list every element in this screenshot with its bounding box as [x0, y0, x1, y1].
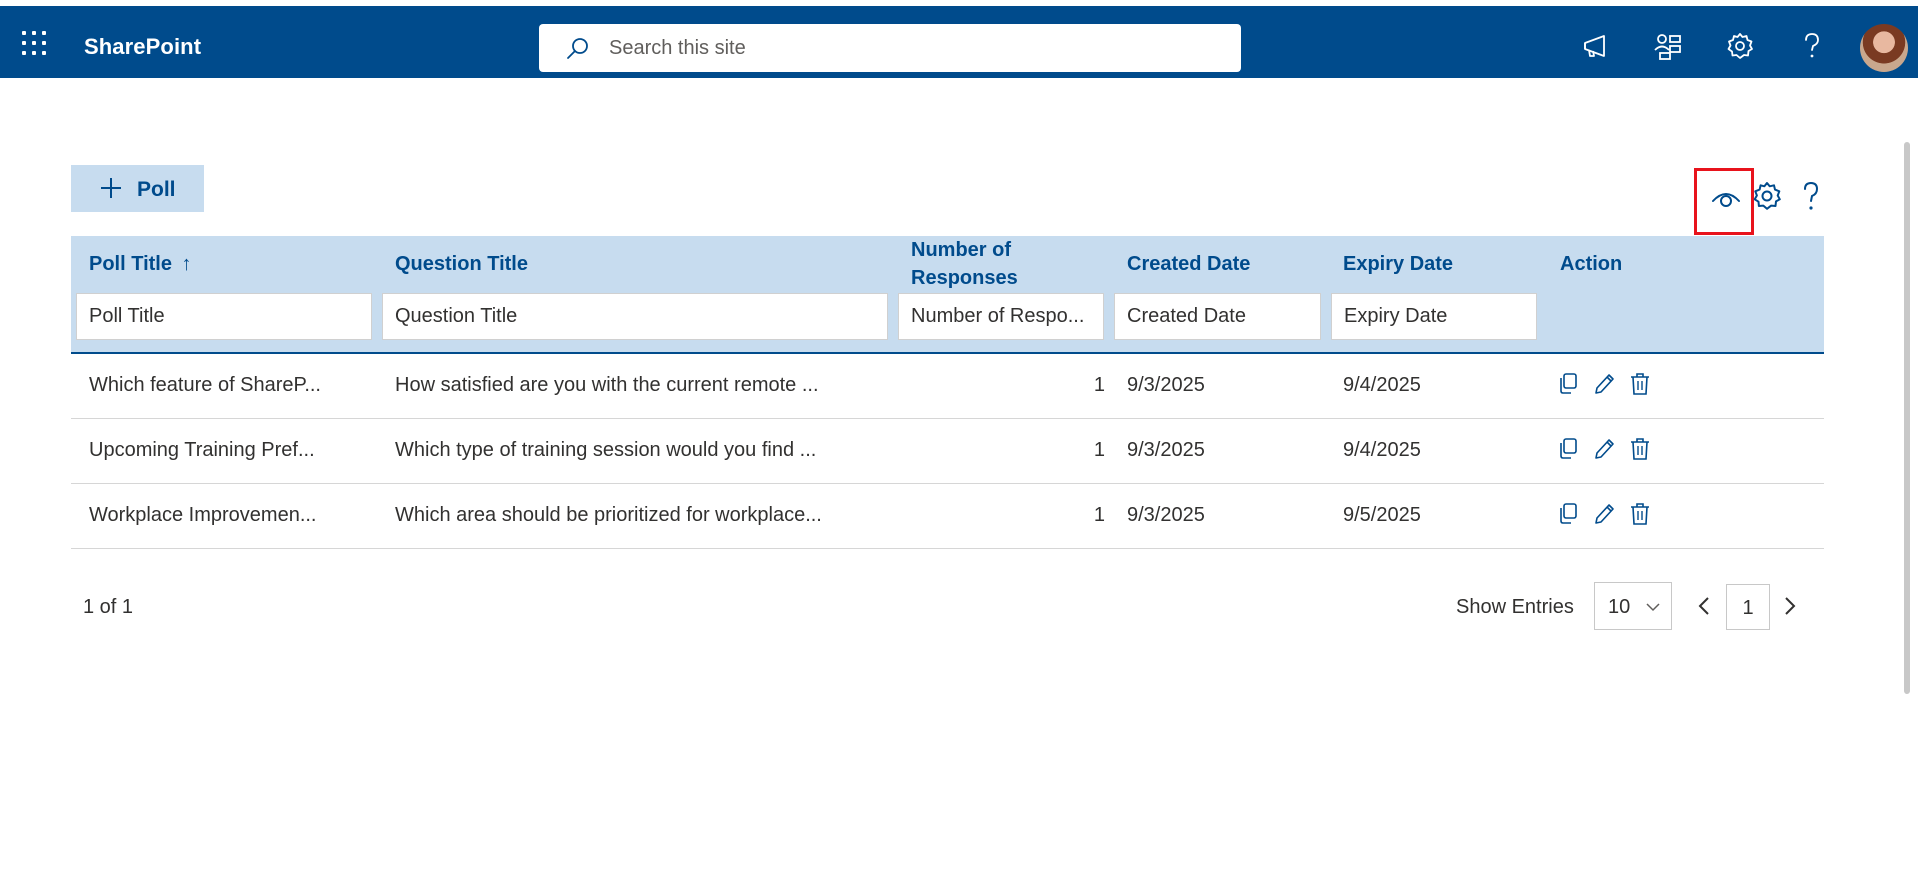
col-header-number-of-responses[interactable]: Number of Responses	[911, 236, 1071, 292]
sort-ascending-icon: ↑	[181, 253, 192, 275]
col-header-label-line1: Number of	[911, 239, 1011, 261]
col-header-label-line2: Responses	[911, 267, 1018, 289]
table-row[interactable]: Upcoming Training Pref... Which type of …	[71, 419, 1824, 484]
org-chart-icon[interactable]	[1652, 30, 1684, 62]
delete-icon[interactable]	[1628, 371, 1652, 397]
cell-created-date: 9/3/2025	[1127, 439, 1205, 461]
gear-icon[interactable]	[1724, 30, 1756, 62]
col-header-label: Poll Title	[89, 253, 172, 275]
search-input[interactable]	[609, 34, 1209, 62]
cell-expiry-date: 9/4/2025	[1343, 374, 1421, 396]
filter-created-date[interactable]	[1114, 293, 1321, 340]
col-header-created-date[interactable]: Created Date	[1127, 250, 1250, 278]
delete-icon[interactable]	[1628, 436, 1652, 462]
cell-poll-title[interactable]: Upcoming Training Pref...	[89, 439, 315, 462]
chevron-down-icon	[1646, 603, 1660, 612]
suite-bar: SharePoint	[0, 6, 1918, 78]
add-poll-button[interactable]: Poll	[71, 165, 204, 212]
gear-icon[interactable]	[1750, 179, 1784, 213]
col-header-expiry-date[interactable]: Expiry Date	[1343, 250, 1453, 278]
app-launcher-icon[interactable]	[22, 31, 48, 57]
copy-icon[interactable]	[1556, 436, 1580, 462]
current-page-number: 1	[1742, 597, 1754, 619]
avatar[interactable]	[1860, 24, 1908, 72]
scrollbar-thumb[interactable]	[1904, 142, 1910, 694]
next-page-icon[interactable]	[1779, 594, 1801, 618]
filter-poll-title[interactable]	[76, 293, 372, 340]
cell-responses: 1	[1093, 374, 1105, 396]
col-header-poll-title[interactable]: Poll Title ↑	[89, 250, 192, 278]
copy-icon[interactable]	[1556, 371, 1580, 397]
col-header-action: Action	[1560, 253, 1623, 275]
filter-question-title[interactable]	[382, 293, 888, 340]
megaphone-icon[interactable]	[1580, 30, 1612, 62]
cell-question-title: Which type of training session would you…	[395, 439, 817, 461]
help-icon[interactable]	[1796, 30, 1828, 62]
search-icon	[567, 38, 588, 59]
filter-number-of-responses[interactable]	[898, 293, 1104, 340]
cell-created-date: 9/3/2025	[1127, 504, 1205, 526]
add-poll-label: Poll	[137, 178, 176, 201]
plus-icon	[101, 178, 121, 198]
edit-icon[interactable]	[1592, 371, 1616, 397]
page-info: 1 of 1	[83, 596, 134, 618]
entries-per-page-select[interactable]: 10	[1594, 582, 1672, 630]
filter-expiry-date[interactable]	[1331, 293, 1537, 340]
cell-responses: 1	[1093, 504, 1105, 526]
cell-question-title: Which area should be prioritized for wor…	[395, 504, 822, 526]
current-page-button[interactable]: 1	[1726, 584, 1770, 630]
delete-icon[interactable]	[1628, 501, 1652, 527]
search-box[interactable]	[539, 24, 1241, 72]
cell-poll-title[interactable]: Which feature of ShareP...	[89, 374, 321, 397]
help-icon[interactable]	[1794, 179, 1828, 213]
copy-icon[interactable]	[1556, 501, 1580, 527]
table-header: Poll Title ↑ Question Title Number of Re…	[71, 236, 1824, 354]
cell-created-date: 9/3/2025	[1127, 374, 1205, 396]
cell-question-title: How satisfied are you with the current r…	[395, 374, 819, 396]
edit-icon[interactable]	[1592, 501, 1616, 527]
col-header-question-title[interactable]: Question Title	[395, 250, 528, 278]
cell-expiry-date: 9/4/2025	[1343, 439, 1421, 461]
table-row[interactable]: Workplace Improvemen... Which area shoul…	[71, 484, 1824, 549]
entries-value: 10	[1608, 596, 1631, 618]
site-brand[interactable]: SharePoint	[84, 34, 201, 60]
cell-responses: 1	[1093, 439, 1105, 461]
eye-icon[interactable]	[1709, 181, 1743, 215]
cell-expiry-date: 9/5/2025	[1343, 504, 1421, 526]
table-row[interactable]: Which feature of ShareP... How satisfied…	[71, 354, 1824, 419]
previous-page-icon[interactable]	[1693, 594, 1715, 618]
edit-icon[interactable]	[1592, 436, 1616, 462]
cell-poll-title[interactable]: Workplace Improvemen...	[89, 504, 317, 527]
show-entries-label: Show Entries	[1456, 596, 1574, 618]
